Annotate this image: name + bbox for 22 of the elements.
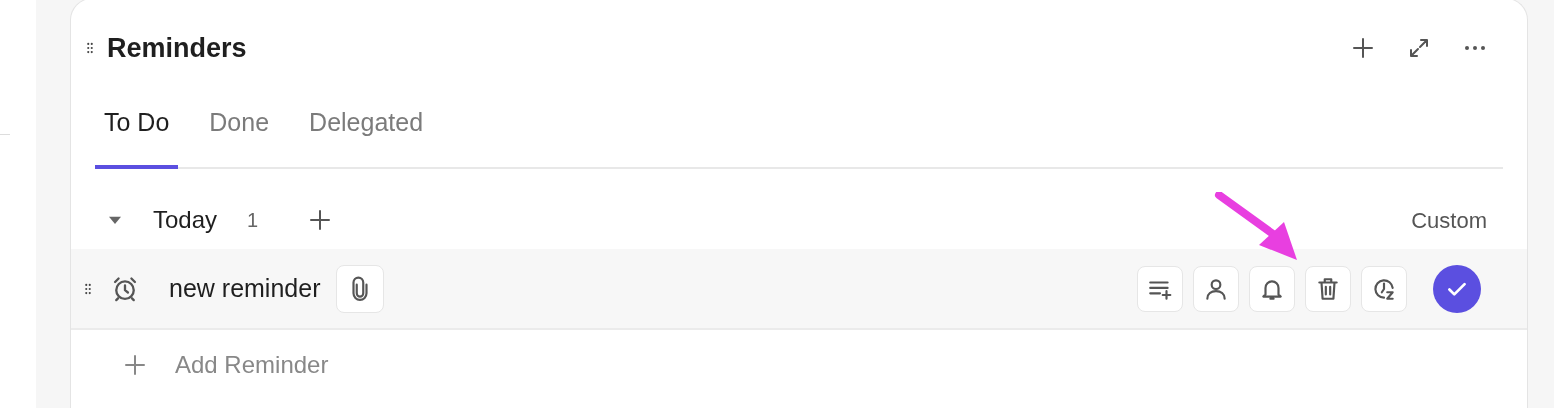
group-label: Today xyxy=(153,205,218,235)
snooze-button[interactable] xyxy=(1361,265,1407,312)
assign-button[interactable] xyxy=(1193,265,1239,312)
tab[interactable]: Done xyxy=(200,97,279,169)
alarm-clock-icon xyxy=(111,274,139,303)
panel-title: Reminders xyxy=(107,31,247,65)
notify-button[interactable] xyxy=(1249,265,1295,312)
add-reminder-link[interactable]: Add Reminder xyxy=(175,347,329,383)
reminder-title: new reminder xyxy=(169,272,321,304)
delete-button[interactable] xyxy=(1305,265,1351,312)
complete-button[interactable] xyxy=(1433,264,1481,313)
add-icon[interactable] xyxy=(308,208,333,232)
group-count: 1 xyxy=(247,208,259,233)
add-to-list-button[interactable] xyxy=(1137,265,1183,312)
tab[interactable]: To Do xyxy=(95,97,179,169)
attach-button[interactable] xyxy=(336,264,385,313)
filter-label: Custom xyxy=(1411,206,1487,235)
add-icon[interactable] xyxy=(1351,36,1375,60)
add-icon[interactable] xyxy=(123,353,147,377)
trash-icon xyxy=(1315,275,1341,302)
expand-icon[interactable] xyxy=(1407,36,1431,60)
tab[interactable]: Delegated xyxy=(300,97,433,169)
